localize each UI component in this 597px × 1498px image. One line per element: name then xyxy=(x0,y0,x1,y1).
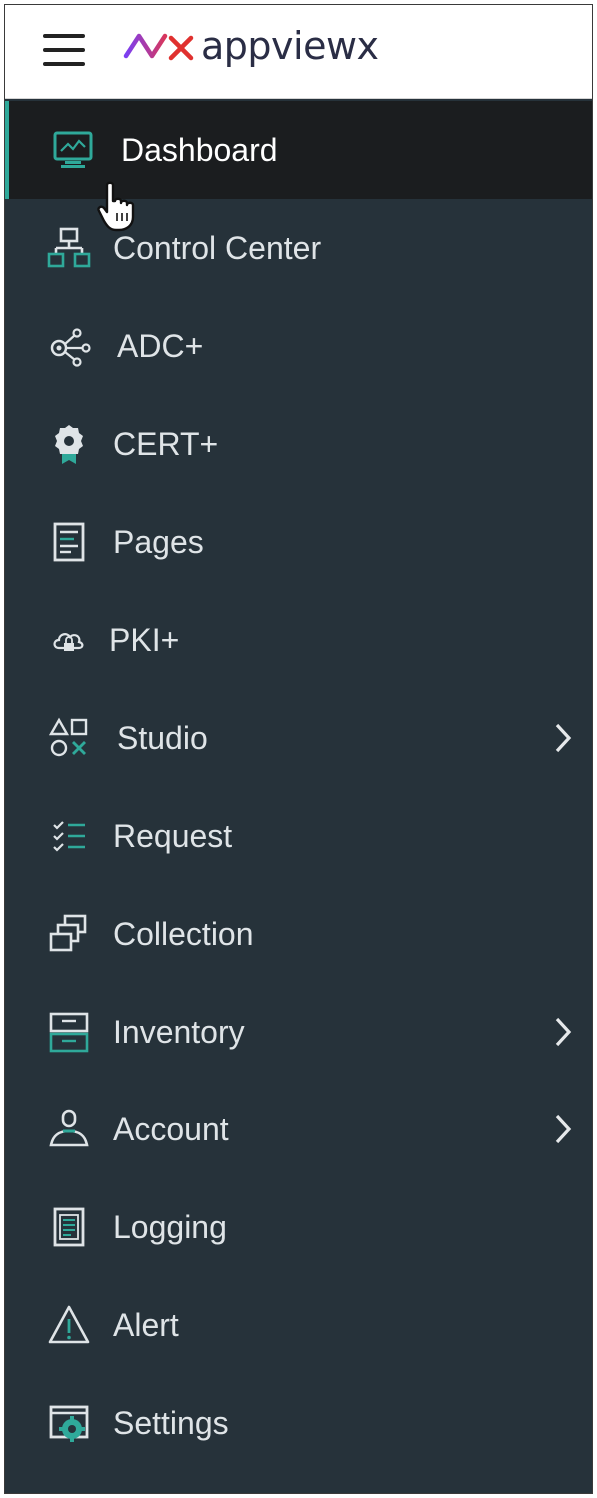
monitor-chart-icon xyxy=(51,128,95,172)
archive-drawers-icon xyxy=(47,1010,91,1054)
sidebar-item-label: Settings xyxy=(113,1404,229,1441)
checklist-icon xyxy=(47,814,91,858)
shapes-icon xyxy=(47,716,91,760)
sidebar-item-label: Inventory xyxy=(113,1013,245,1050)
sidebar-item-label: CERT+ xyxy=(113,425,219,462)
hierarchy-icon xyxy=(47,226,91,270)
sidebar-item-pages[interactable]: Pages xyxy=(5,493,592,591)
sidebar-item-pki[interactable]: PKI+ xyxy=(5,591,592,689)
chevron-right-icon[interactable] xyxy=(552,1015,574,1049)
user-account-icon xyxy=(47,1107,91,1151)
cloud-lock-icon xyxy=(47,618,91,662)
top-header: appviewx xyxy=(5,5,592,99)
sidebar-item-control-center[interactable]: Control Center xyxy=(5,199,592,297)
sidebar-item-label: Dashboard xyxy=(121,131,278,168)
brand-logo[interactable]: appviewx xyxy=(123,19,379,73)
sidebar-item-cert[interactable]: CERT+ xyxy=(5,395,592,493)
sidebar-item-label: Studio xyxy=(117,719,208,756)
sidebar-item-logging[interactable]: Logging xyxy=(5,1178,592,1276)
sidebar-item-alert[interactable]: Alert xyxy=(5,1276,592,1374)
sidebar-item-label: Pages xyxy=(113,523,204,560)
hamburger-icon[interactable] xyxy=(43,33,87,67)
sidebar-item-collection[interactable]: Collection xyxy=(5,885,592,983)
sidebar-item-label: Logging xyxy=(113,1208,227,1245)
sidebar-item-studio[interactable]: Studio xyxy=(5,689,592,787)
sidebar-item-settings[interactable]: Settings xyxy=(5,1374,592,1472)
sidebar-item-label: Control Center xyxy=(113,229,322,266)
page-document-icon xyxy=(47,520,91,564)
certificate-badge-icon xyxy=(47,422,91,466)
warning-triangle-icon xyxy=(47,1303,91,1347)
brand-name: appviewx xyxy=(201,24,379,68)
sidebar-item-dashboard[interactable]: Dashboard xyxy=(5,101,592,199)
app-frame: appviewx Dashboard Control Center ADC+ C… xyxy=(4,4,593,1494)
chevron-right-icon[interactable] xyxy=(552,721,574,755)
sidebar-item-label: Collection xyxy=(113,915,254,952)
sidebar-item-label: Request xyxy=(113,817,233,854)
chevron-right-icon[interactable] xyxy=(552,1112,574,1146)
stacked-windows-icon xyxy=(47,912,91,956)
sidebar-item-account[interactable]: Account xyxy=(5,1080,592,1178)
settings-gear-window-icon xyxy=(47,1401,91,1445)
sidebar-item-label: PKI+ xyxy=(109,621,180,658)
sidebar-item-request[interactable]: Request xyxy=(5,787,592,885)
sidebar-item-label: Account xyxy=(113,1110,229,1147)
sidebar-nav: Dashboard Control Center ADC+ CERT+ Page… xyxy=(5,98,592,1493)
sidebar-item-adc[interactable]: ADC+ xyxy=(5,297,592,395)
sidebar-item-inventory[interactable]: Inventory xyxy=(5,983,592,1081)
network-nodes-icon xyxy=(47,324,91,368)
sidebar-item-label: Alert xyxy=(113,1306,179,1343)
sidebar-item-label: ADC+ xyxy=(117,327,204,364)
log-file-icon xyxy=(47,1205,91,1249)
logo-mark-icon xyxy=(123,33,194,61)
